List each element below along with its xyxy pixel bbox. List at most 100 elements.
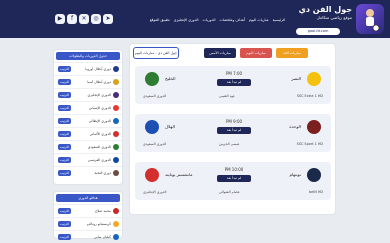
away-team-name: الخليج <box>165 76 176 81</box>
site-logo[interactable]: جول الفن دي موقع رياضي متكامل goal-fd.co… <box>274 3 384 36</box>
home-team-name: النصر <box>291 76 301 81</box>
instagram-icon[interactable]: ◎ <box>91 14 101 24</box>
logo-url: goal-fd.com <box>296 28 340 35</box>
league-logo-icon <box>113 92 119 98</box>
leagues-sidebar-title: جدول الدوريات والبطولات <box>56 52 120 60</box>
nav-today-matches[interactable]: مباريات اليوم <box>249 16 269 25</box>
sidebar-item[interactable]: محمد صلاح الترتيب <box>54 204 122 217</box>
sidebar-item-label: دوري النخبة <box>94 171 111 175</box>
league-logo-icon <box>113 221 119 227</box>
match-card[interactable]: الوحدة الهلال PM 9:00 لم تبدأ بعد SSC Sport … <box>135 114 331 152</box>
nav-leagues[interactable]: الدوريات <box>203 16 216 25</box>
standings-button[interactable]: الترتيب <box>58 66 71 72</box>
league-logo-icon <box>113 79 119 85</box>
x-icon[interactable]: ✕ <box>79 14 89 24</box>
matches-panel: جول الفن دي - مباريات اليوم مباريات الأم… <box>130 44 335 214</box>
day-tabs: جول الفن دي - مباريات اليوم مباريات الأم… <box>134 48 331 58</box>
league-name: الدوري السعودي <box>143 142 167 146</box>
breadcrumb: جول الفن دي - مباريات اليوم <box>134 48 178 58</box>
logo-title: جول الفن دي <box>298 5 352 14</box>
match-status: لم تبدأ بعد <box>217 79 251 86</box>
sidebar-item[interactable]: الدوري السعودي الترتيب <box>54 140 122 153</box>
sidebar-item[interactable]: كريستيانو رونالدو الترتيب <box>54 217 122 230</box>
home-team-logo-icon <box>307 72 321 86</box>
league-name: الدوري السعودي <box>143 94 167 98</box>
sidebar-item[interactable]: الدوري الإنجليزي الترتيب <box>54 88 122 101</box>
sidebar-item-label: كريستيانو رونالدو <box>86 222 111 226</box>
match-status: لم تبدأ بعد <box>217 127 251 134</box>
league-logo-icon <box>113 208 119 214</box>
match-time: PM 9:00 <box>225 119 243 124</box>
logo-subtitle: موقع رياضي متكامل <box>316 15 352 20</box>
sidebar-item-label: دوري أبطال أوروبا <box>85 67 111 71</box>
away-team-name: مانشستر يونايتد <box>165 172 193 177</box>
away-team-logo-icon <box>145 120 159 134</box>
standings-button[interactable]: الترتيب <box>58 221 71 227</box>
sidebar-item-label: كيليان مبابي <box>93 235 111 239</box>
commentator: عيسى الحربين <box>219 142 240 146</box>
standings-button[interactable]: الترتيب <box>58 118 71 124</box>
tab-today[interactable]: مباريات اليوم <box>240 48 272 58</box>
away-team-name: الهلال <box>165 124 175 129</box>
standings-button[interactable]: الترتيب <box>58 131 71 137</box>
nav-premier-league[interactable]: الدوري الإنجليزي <box>174 16 199 25</box>
home-team-logo-icon <box>307 120 321 134</box>
nav-highlights[interactable]: أهداف وملخصات <box>219 16 244 25</box>
scorers-sidebar-title: هدافو الدوري <box>56 194 120 202</box>
league-logo-icon <box>113 170 119 176</box>
standings-button[interactable]: الترتيب <box>58 105 71 111</box>
leagues-sidebar: جدول الدوريات والبطولات دوري أبطال أوروب… <box>54 50 122 184</box>
match-time: PM 10:00 <box>224 167 244 172</box>
sidebar-item[interactable]: الدوري الألماني الترتيب <box>54 127 122 140</box>
sidebar-item-label: الدوري الألماني <box>89 132 111 136</box>
standings-button[interactable]: الترتيب <box>58 79 71 85</box>
home-team-name: الوحدة <box>289 124 301 129</box>
sidebar-item[interactable]: كيليان مبابي الترتيب <box>54 230 122 243</box>
sidebar-item-label: الدوري الفرنسي <box>87 158 111 162</box>
nav-app[interactable]: تطبيق الموقع <box>150 16 170 25</box>
sidebar-item[interactable]: الدوري الإيطالي الترتيب <box>54 114 122 127</box>
home-team-name: توتنهام <box>289 172 301 177</box>
standings-button[interactable]: الترتيب <box>58 170 71 176</box>
match-card[interactable]: توتنهام مانشستر يونايتد PM 10:00 لم تبدأ بع… <box>135 162 331 200</box>
sidebar-item-label: دوري أبطال آسيا <box>87 80 111 84</box>
standings-button[interactable]: الترتيب <box>58 144 71 150</box>
youtube-icon[interactable]: ▶ <box>55 14 65 24</box>
league-logo-icon <box>113 157 119 163</box>
match-time: PM 7:00 <box>225 71 243 76</box>
facebook-icon[interactable]: f <box>67 14 77 24</box>
site-header: ▶ f ✕ ◎ ➤ الرئيسية مباريات اليوم أهداف و… <box>0 0 390 38</box>
sidebar-item-label: الدوري الإسباني <box>88 106 111 110</box>
standings-button[interactable]: الترتيب <box>58 92 71 98</box>
league-logo-icon <box>113 118 119 124</box>
commentator: عصام الشوالي <box>219 190 240 194</box>
standings-button[interactable]: الترتيب <box>58 157 71 163</box>
league-logo-icon <box>113 66 119 72</box>
standings-button[interactable]: الترتيب <box>58 208 71 214</box>
sidebar-item-label: الدوري السعودي <box>87 145 111 149</box>
home-team-logo-icon <box>307 168 321 182</box>
sidebar-item-label: محمد صلاح <box>95 209 111 213</box>
main-nav: الرئيسية مباريات اليوم أهداف وملخصات الد… <box>110 16 285 25</box>
sidebar-item-label: الدوري الإيطالي <box>88 119 111 123</box>
league-logo-icon <box>113 105 119 111</box>
tab-yesterday[interactable]: مباريات الأمس <box>204 48 236 58</box>
tab-tomorrow[interactable]: مباريات الغد <box>276 48 308 58</box>
league-logo-icon <box>113 131 119 137</box>
match-status: لم تبدأ بعد <box>217 175 251 182</box>
sidebar-item[interactable]: الدوري الفرنسي الترتيب <box>54 153 122 166</box>
tv-channel: SSC Sport 1 HD <box>296 142 323 146</box>
sidebar-item[interactable]: دوري أبطال أوروبا الترتيب <box>54 62 122 75</box>
commentator: فهد العتيبي <box>219 94 235 98</box>
sidebar-item-label: الدوري الإنجليزي <box>87 93 111 97</box>
tv-channel: SSC Extra 1 HD <box>296 94 323 98</box>
scorers-sidebar: هدافو الدوري محمد صلاح الترتيب كريستيانو ر… <box>54 192 122 240</box>
sidebar-item[interactable]: دوري أبطال آسيا الترتيب <box>54 75 122 88</box>
standings-button[interactable]: الترتيب <box>58 234 71 240</box>
sidebar-item[interactable]: الدوري الإسباني الترتيب <box>54 101 122 114</box>
tv-channel: beIN HD <box>308 190 323 194</box>
match-card[interactable]: النصر الخليج PM 7:00 لم تبدأ بعد SSC Extra 1… <box>135 66 331 104</box>
sidebar-item[interactable]: دوري النخبة الترتيب <box>54 166 122 179</box>
logo-player-icon <box>356 4 384 34</box>
away-team-logo-icon <box>145 72 159 86</box>
